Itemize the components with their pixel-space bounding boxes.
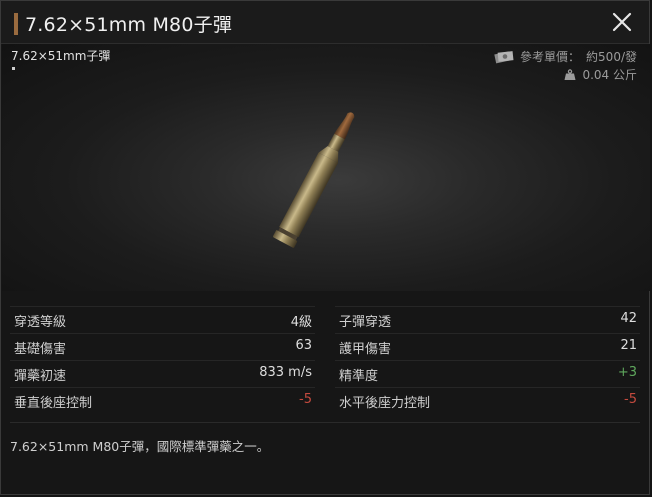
stat-row: 彈藥初速 833 m/s bbox=[10, 360, 315, 387]
weight-icon bbox=[564, 68, 576, 81]
item-short-name: 7.62×51mm子彈 bbox=[11, 49, 111, 63]
stat-value: +3 bbox=[617, 365, 637, 380]
stat-row: 水平後座力控制 -5 bbox=[335, 387, 640, 414]
stat-value: 833 m/s bbox=[259, 365, 312, 380]
weight-value: 0.04 公斤 bbox=[582, 68, 637, 82]
stat-row: 基礎傷害 63 bbox=[10, 333, 315, 360]
stat-value: -5 bbox=[299, 392, 312, 407]
item-title: 7.62×51mm M80子彈 bbox=[25, 14, 233, 36]
money-icon bbox=[494, 50, 514, 64]
stat-label: 基礎傷害 bbox=[14, 342, 67, 357]
stat-label: 穿透等級 bbox=[14, 315, 67, 330]
stats-left-column: 穿透等級 4級 基礎傷害 63 彈藥初速 833 m/s 垂直後座控制 -5 bbox=[10, 306, 315, 414]
stat-row: 子彈穿透 42 bbox=[335, 306, 640, 333]
price-label: 參考單價： bbox=[520, 50, 581, 64]
weight-info: 0.04 公斤 bbox=[564, 66, 637, 83]
stat-value: 42 bbox=[620, 311, 637, 326]
close-button[interactable] bbox=[611, 11, 633, 33]
price-value: 約500/發 bbox=[586, 50, 637, 64]
divider bbox=[10, 422, 640, 423]
title-bar: 7.62×51mm M80子彈 bbox=[1, 1, 649, 44]
stat-label: 護甲傷害 bbox=[339, 342, 392, 357]
item-preview-panel: 7.62×51mm子彈 參考單價： 約500/發 0.04 公斤 bbox=[2, 44, 650, 291]
item-description: 7.62×51mm M80子彈，國際標準彈藥之一。 bbox=[10, 439, 270, 454]
stat-value: 21 bbox=[620, 338, 637, 353]
stat-value: 63 bbox=[295, 338, 312, 353]
stat-label: 垂直後座控制 bbox=[14, 396, 93, 411]
item-detail-window: 7.62×51mm M80子彈 7.62×51mm子彈 參考單價： 約500/發 bbox=[0, 0, 650, 495]
stats-right-column: 子彈穿透 42 護甲傷害 21 精準度 +3 水平後座力控制 -5 bbox=[335, 306, 640, 414]
price-info: 參考單價： 約500/發 bbox=[494, 48, 637, 65]
bullet-image bbox=[272, 112, 355, 248]
stat-label: 精準度 bbox=[339, 369, 379, 384]
stat-label: 彈藥初速 bbox=[14, 369, 67, 384]
stat-value: -5 bbox=[624, 392, 637, 407]
stat-row: 護甲傷害 21 bbox=[335, 333, 640, 360]
stat-row: 精準度 +3 bbox=[335, 360, 640, 387]
stat-row: 穿透等級 4級 bbox=[10, 306, 315, 333]
stat-label: 子彈穿透 bbox=[339, 315, 392, 330]
stat-row: 垂直後座控制 -5 bbox=[10, 387, 315, 414]
stat-value: 4級 bbox=[290, 315, 312, 330]
indicator-dot bbox=[12, 67, 15, 70]
stats-panel: 穿透等級 4級 基礎傷害 63 彈藥初速 833 m/s 垂直後座控制 -5 子… bbox=[10, 306, 640, 411]
stat-label: 水平後座力控制 bbox=[339, 396, 431, 411]
title-accent-bar bbox=[14, 13, 18, 35]
close-icon bbox=[612, 12, 632, 32]
